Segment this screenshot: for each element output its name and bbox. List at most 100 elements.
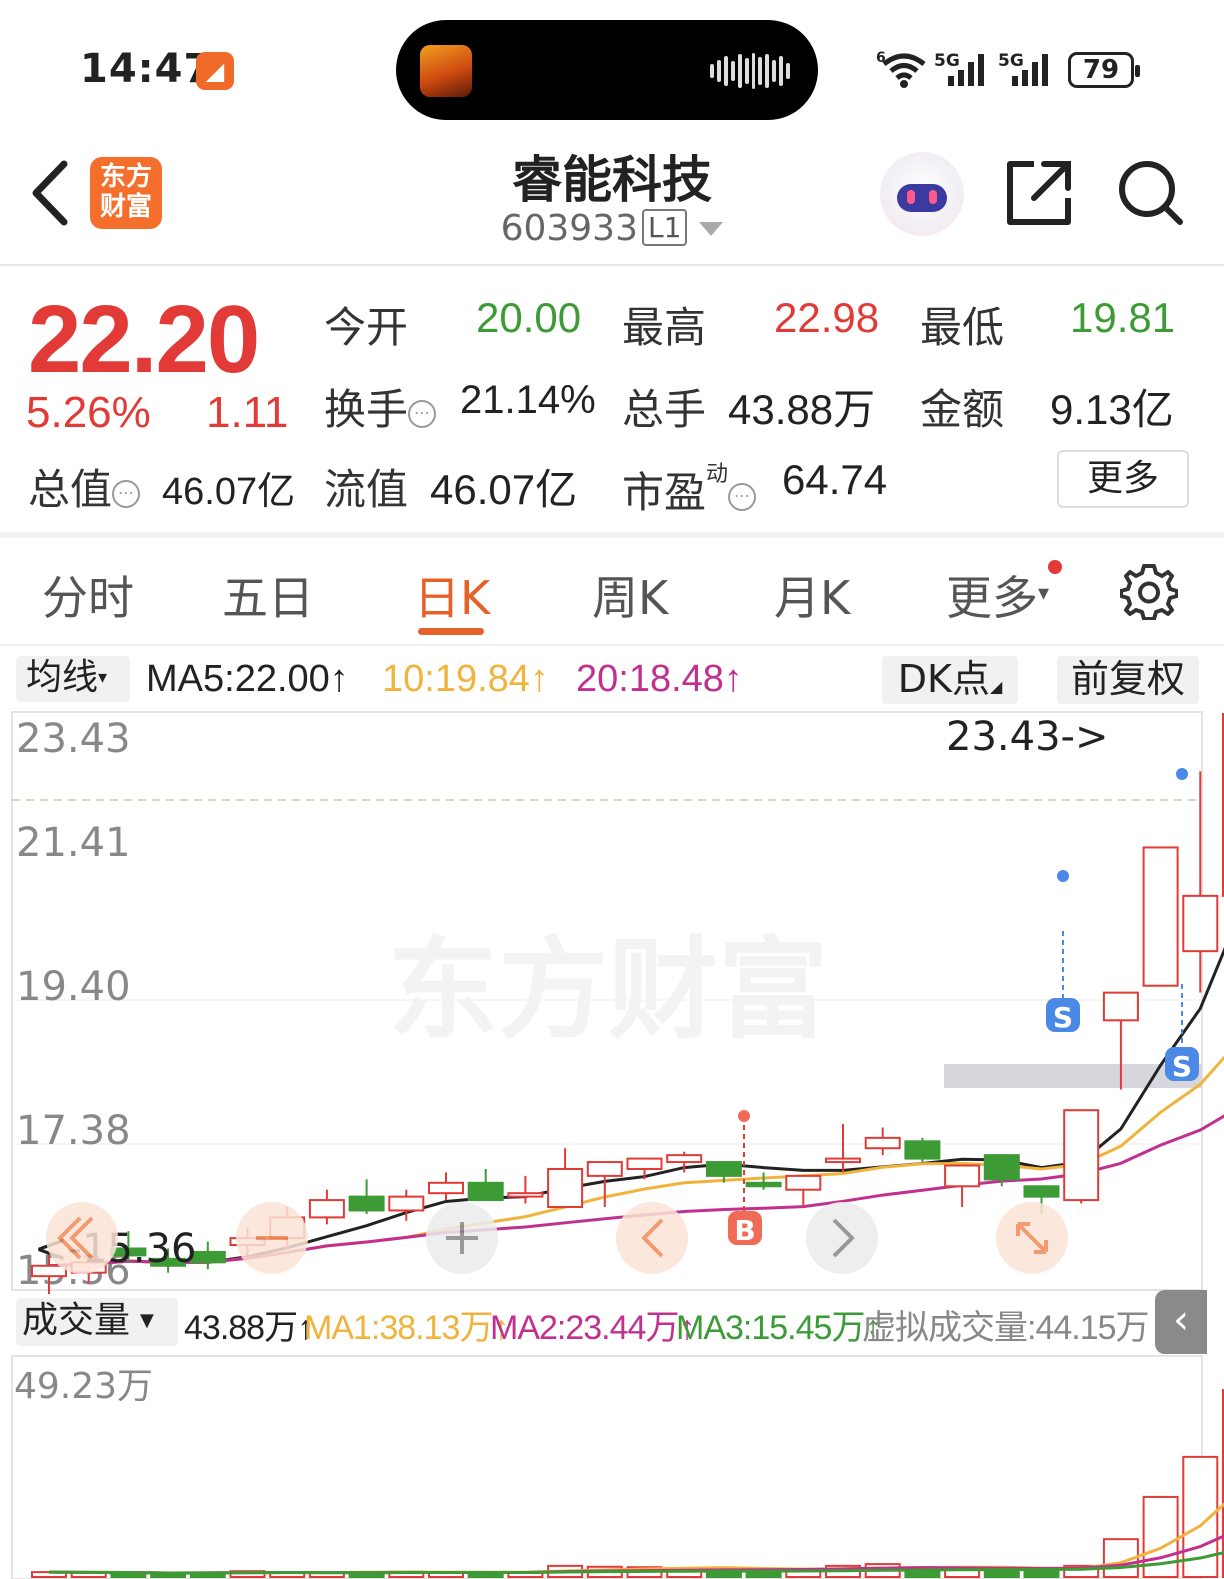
audio-wave-icon <box>710 52 791 90</box>
sell-signal-label: S <box>1053 1001 1073 1034</box>
change-percent: 5.26% <box>26 388 151 437</box>
caret-down-icon: ▾ <box>1038 581 1050 606</box>
gear-icon <box>1119 564 1179 621</box>
vol-ma1: MA1:38.13万↑ <box>304 1309 509 1347</box>
volume-indicator-dropdown[interactable]: 成交量 ▼ <box>16 1298 178 1346</box>
stock-code: 603933 <box>500 208 638 249</box>
notification-dot <box>1048 560 1062 574</box>
indicator-dropdown[interactable]: 均线▾ <box>16 656 130 702</box>
open-value: 20.00 <box>476 294 582 341</box>
signal-dot <box>1057 870 1069 882</box>
change-amount: 1.11 <box>206 388 289 437</box>
low-value: 19.81 <box>1070 294 1176 341</box>
candle-body <box>586 1161 623 1177</box>
svg-text:5G: 5G <box>998 51 1024 71</box>
corner-triangle-icon: ◢ <box>989 677 1003 696</box>
turnover-label-text: 换手 <box>324 385 409 434</box>
candle-body <box>547 1167 584 1209</box>
candle-body <box>308 1199 345 1219</box>
chevron-left-icon: ‹ <box>1173 1297 1189 1343</box>
buy-signal-label: B <box>734 1214 755 1247</box>
candle-body <box>1023 1185 1060 1198</box>
candle-body <box>745 1181 782 1188</box>
info-icon: ⋯ <box>112 480 141 508</box>
clock: 14:47 <box>80 46 213 92</box>
robot-eye-right <box>929 190 937 204</box>
vol-ma1-line <box>48 1502 1224 1575</box>
tab-weekly-k[interactable]: 周K <box>592 562 668 628</box>
info-icon: ⋯ <box>728 483 757 511</box>
volume-ma-lines <box>48 1502 1224 1575</box>
tab-more-label: 更多 <box>946 571 1038 625</box>
candle-body <box>983 1154 1020 1181</box>
virtual-volume: 虚拟成交量:44.15万 <box>862 1309 1150 1347</box>
cell-signal-icon-1: 5G <box>934 48 994 88</box>
low-label: 最低 <box>920 303 1005 352</box>
more-quote-button[interactable]: 更多 <box>1057 450 1189 508</box>
tab-daily-k[interactable]: 日K <box>414 562 490 628</box>
amount-label: 金额 <box>920 385 1005 434</box>
adjust-button[interactable]: 前复权 <box>1057 656 1199 704</box>
status-bar: 14:47 ◢ 6 5G 5G 79 <box>0 0 1224 130</box>
turnover-label[interactable]: 换手 ⋯ <box>324 376 437 437</box>
pe-label-text: 市盈 <box>622 468 707 517</box>
high-value: 22.98 <box>774 294 880 341</box>
tab-five-day[interactable]: 五日 <box>222 562 314 628</box>
battery-indicator: 79 <box>1068 52 1140 88</box>
collapse-side-tab[interactable]: ‹ <box>1155 1290 1207 1354</box>
robot-eye-left <box>907 190 915 204</box>
tab-monthly-k[interactable]: 月K <box>774 562 850 628</box>
tabs-divider <box>0 644 1224 646</box>
dk-point-button[interactable]: DK点◢ <box>882 656 1018 704</box>
volume-chart[interactable]: 49.23万 <box>0 1354 1224 1579</box>
level-badge: L1 <box>642 209 688 246</box>
high-marker: 23.43-> <box>946 714 1108 760</box>
vol-ma3: MA3:15.45万↑ <box>676 1309 881 1347</box>
candle-body <box>785 1174 822 1191</box>
ma5-value: MA5:22.00↑ <box>146 658 349 700</box>
candle-body <box>944 1164 981 1188</box>
wifi-icon: 6 <box>876 48 930 88</box>
caret-down-icon: ▾ <box>98 667 108 688</box>
candle-body <box>507 1192 544 1198</box>
vol-ma2-line <box>48 1534 1224 1575</box>
y-tick: 19.40 <box>16 964 131 1010</box>
info-icon: ⋯ <box>408 400 437 428</box>
candle-body <box>864 1136 901 1150</box>
pe-value: 64.74 <box>782 456 888 503</box>
volume-bar <box>150 1573 187 1579</box>
signal-dot <box>1176 768 1188 780</box>
candle-body <box>467 1181 504 1202</box>
vol-ma2: MA2:23.44万↑ <box>490 1309 695 1347</box>
indicator-dropdown-label: 均线 <box>26 657 99 698</box>
candlestick-chart[interactable]: 东方财富 23.43 21.41 19.40 17.38 15.36 23.43… <box>0 706 1224 1294</box>
section-divider <box>0 532 1224 538</box>
mktcap-label-text: 总值 <box>28 465 113 514</box>
tab-intraday[interactable]: 分时 <box>42 562 134 628</box>
candle-body <box>1142 846 1179 987</box>
tab-more[interactable]: 更多▾ <box>946 562 1049 628</box>
volume-value: 43.88万 <box>728 386 876 433</box>
app-notification-icon: ◢ <box>196 52 234 90</box>
candle-body <box>1102 991 1139 1022</box>
scroll-left-fast-button <box>46 1202 118 1274</box>
pe-label[interactable]: 市盈动⋯ <box>622 456 757 520</box>
candle-body <box>705 1161 742 1177</box>
search-button[interactable] <box>1116 158 1186 228</box>
signal-dot <box>738 1110 750 1122</box>
open-label: 今开 <box>324 303 409 352</box>
y-tick: 17.38 <box>16 1108 131 1154</box>
share-button[interactable] <box>1004 158 1074 228</box>
candle-body <box>825 1157 861 1164</box>
y-tick: 23.43 <box>16 716 131 762</box>
candle-body <box>388 1195 425 1212</box>
candle-body <box>1182 894 1219 953</box>
zoom-out-button <box>236 1202 308 1274</box>
float-value: 46.07亿 <box>430 466 578 513</box>
candle-body <box>348 1195 385 1212</box>
volume-y-tick: 49.23万 <box>14 1366 153 1407</box>
volume-dropdown-label: 成交量 <box>22 1300 131 1341</box>
settings-button[interactable] <box>1119 562 1179 621</box>
share-icon <box>1007 161 1071 225</box>
mktcap-label[interactable]: 总值 ⋯ <box>28 456 141 517</box>
